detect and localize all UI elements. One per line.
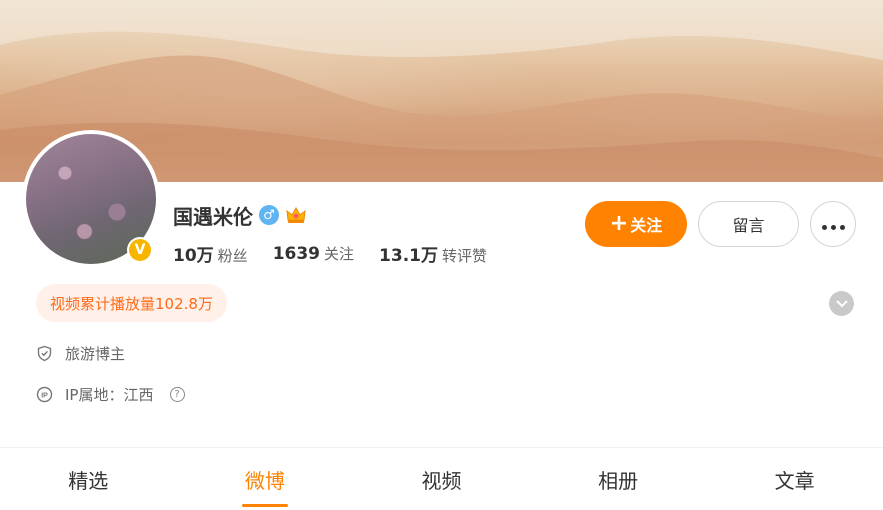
- svg-text:IP: IP: [41, 392, 48, 399]
- ip-row: IP IP属地：江西 ?: [36, 384, 185, 405]
- shield-icon: [37, 345, 52, 362]
- tab-weibo[interactable]: 微博: [177, 448, 354, 510]
- profile-stats: 10万 粉丝 1639 关注 13.1万 转评赞: [173, 241, 487, 266]
- profile-tabs: 精选 微博 视频 相册 文章: [0, 447, 883, 510]
- user-name: 国遇米伦: [173, 204, 253, 229]
- fans-stat[interactable]: 10万 粉丝: [173, 241, 248, 266]
- message-button[interactable]: 留言: [698, 201, 799, 247]
- tab-articles[interactable]: 文章: [706, 448, 883, 510]
- tab-video[interactable]: 视频: [353, 448, 530, 510]
- more-button[interactable]: [810, 201, 856, 247]
- ip-icon: IP: [36, 386, 53, 403]
- likes-stat[interactable]: 13.1万 转评赞: [379, 241, 487, 266]
- more-dots-icon: [820, 215, 847, 234]
- follow-button[interactable]: + 关注: [585, 201, 687, 247]
- ip-label: IP属地：: [65, 386, 124, 404]
- crown-icon[interactable]: [285, 204, 307, 226]
- ip-value: 江西: [123, 386, 154, 404]
- name-row: 国遇米伦 ♂: [173, 201, 307, 229]
- role-text: 旅游博主: [65, 345, 126, 363]
- role-row: 旅游博主: [36, 343, 125, 364]
- plus-icon: +: [609, 211, 629, 236]
- male-icon: ♂: [259, 205, 279, 225]
- video-play-count-badge: 视频累计播放量102.8万: [36, 284, 227, 322]
- help-icon[interactable]: ?: [169, 387, 185, 402]
- verified-badge-icon: V: [127, 237, 153, 263]
- following-stat[interactable]: 1639 关注: [273, 243, 354, 264]
- tab-featured[interactable]: 精选: [0, 448, 177, 510]
- chevron-down-icon[interactable]: [829, 291, 854, 316]
- tab-album[interactable]: 相册: [530, 448, 707, 510]
